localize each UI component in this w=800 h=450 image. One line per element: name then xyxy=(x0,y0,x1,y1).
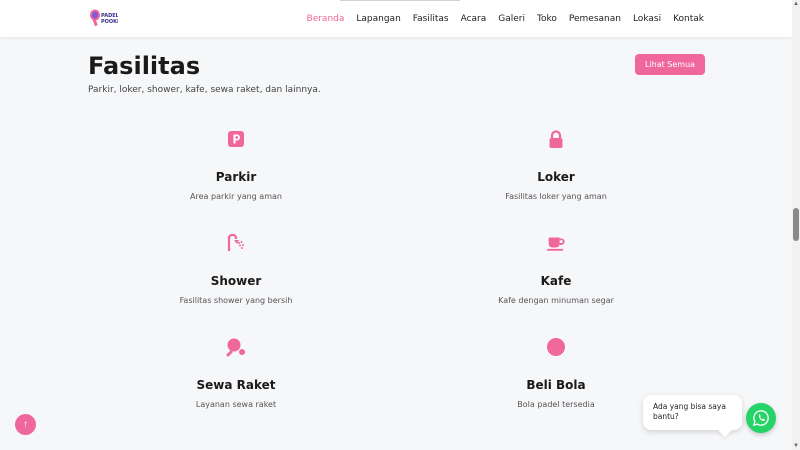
facility-desc: Kafe dengan minuman segar xyxy=(498,296,614,305)
facility-title: Shower xyxy=(210,274,262,288)
facility-desc: Layanan sewa raket xyxy=(195,400,277,409)
facility-desc: Area parkir yang aman xyxy=(190,192,282,201)
shower-icon xyxy=(227,233,244,251)
facility-card-kafe: Kafe Kafe dengan minuman segar xyxy=(406,233,706,305)
nav-item-kontak[interactable]: Kontak xyxy=(673,14,704,24)
racket-icon xyxy=(226,338,245,357)
scroll-down-arrow-icon[interactable]: ▼ xyxy=(793,443,799,449)
scroll-up-arrow-icon[interactable]: ▲ xyxy=(793,1,799,7)
arrow-up-icon: ↑ xyxy=(23,419,28,430)
whatsapp-button[interactable] xyxy=(746,403,776,433)
facility-title: Beli Bola xyxy=(526,378,586,392)
facility-title: Kafe xyxy=(540,274,572,288)
section-title: Fasilitas xyxy=(88,52,201,80)
facility-card-sewa-raket: Sewa Raket Layanan sewa raket xyxy=(86,337,386,409)
section-subtitle: Parkir, loker, shower, kafe, sewa raket,… xyxy=(88,85,321,95)
nav-item-acara[interactable]: Acara xyxy=(461,14,487,24)
lock-icon xyxy=(549,130,563,148)
facility-desc: Fasilitas shower yang bersih xyxy=(179,296,293,305)
ball-icon xyxy=(547,338,565,356)
nav-item-lokasi[interactable]: Lokasi xyxy=(633,14,661,24)
facility-card-parkir: Parkir Area parkir yang aman xyxy=(86,129,386,201)
main-nav: Beranda Lapangan Fasilitas Acara Galeri … xyxy=(307,0,704,37)
chat-bubble[interactable]: Ada yang bisa saya bantu? xyxy=(643,395,742,430)
svg-text:POOKIE: POOKIE xyxy=(101,19,118,25)
nav-item-fasilitas[interactable]: Fasilitas xyxy=(413,14,449,24)
scrollbar-thumb[interactable] xyxy=(793,208,799,241)
parking-icon xyxy=(228,131,244,147)
page-scrollbar[interactable]: ▲ ▼ xyxy=(792,0,800,450)
chat-message: Ada yang bisa saya bantu? xyxy=(653,402,726,421)
facility-title: Sewa Raket xyxy=(196,378,276,392)
navbar: PADEL POOKIE Beranda Lapangan Fasilitas … xyxy=(0,0,792,37)
racket-logo-icon[interactable]: PADEL POOKIE xyxy=(88,8,118,28)
nav-item-pemesanan[interactable]: Pemesanan xyxy=(569,14,621,24)
back-to-top-button[interactable]: ↑ xyxy=(15,414,36,435)
facility-card-loker: Loker Fasilitas loker yang aman xyxy=(406,129,706,201)
nav-item-galeri[interactable]: Galeri xyxy=(498,14,525,24)
facility-title: Parkir xyxy=(215,170,257,184)
nav-item-lapangan[interactable]: Lapangan xyxy=(356,14,400,24)
facility-card-shower: Shower Fasilitas shower yang bersih xyxy=(86,233,386,305)
coffee-cup-icon xyxy=(546,237,565,251)
see-all-button[interactable]: Lihat Semua xyxy=(635,54,705,75)
nav-item-toko[interactable]: Toko xyxy=(537,14,557,24)
nav-item-beranda[interactable]: Beranda xyxy=(307,14,345,24)
facility-title: Loker xyxy=(537,170,575,184)
whatsapp-icon xyxy=(752,410,769,427)
facility-desc: Fasilitas loker yang aman xyxy=(505,192,607,201)
